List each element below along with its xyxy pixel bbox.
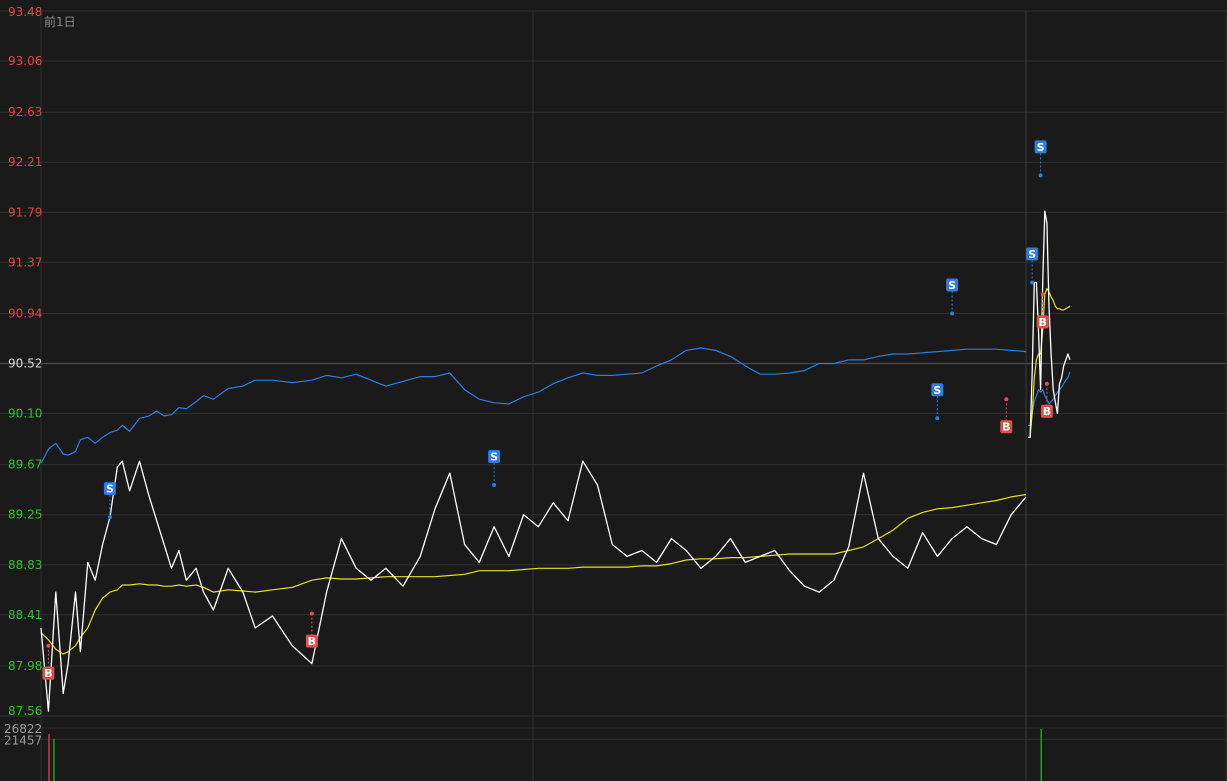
signal-label: S — [106, 483, 114, 496]
y-tick-label: 89.67 — [8, 458, 42, 472]
series — [40, 210, 1071, 712]
signal-label: B — [1043, 405, 1051, 418]
y-tick-label: 92.21 — [8, 155, 42, 169]
signal-dot — [46, 643, 51, 648]
signal-dot — [1044, 381, 1049, 386]
y-tick-label: 92.63 — [8, 105, 42, 119]
y-tick-label: 88.83 — [8, 558, 42, 572]
signal-dot — [1040, 292, 1045, 297]
intraday-chart[interactable]: B S B S S S B S S B B 93.48 93.06 92.63 92.21 91.79 91.… — [0, 0, 1227, 781]
volume-bar — [48, 734, 50, 781]
y-tick-label: 87.98 — [8, 659, 42, 673]
signal-label: B — [1002, 421, 1010, 434]
y-tick-label: 93.06 — [8, 54, 42, 68]
signal-dot — [107, 515, 112, 520]
period-label: 前1日 — [44, 14, 76, 29]
signals: B S B S S S B S S B B — [42, 140, 1053, 680]
signal-label: B — [44, 667, 52, 680]
volume-panel — [48, 729, 1042, 781]
y-tick-label: 89.25 — [8, 508, 42, 522]
y-tick-label: 91.79 — [8, 205, 42, 219]
signal-dot — [1030, 280, 1035, 285]
volume-bar — [53, 738, 55, 781]
y-tick-label: 91.37 — [8, 255, 42, 269]
signal-label: S — [948, 279, 956, 292]
signal-dot — [1038, 173, 1043, 178]
y-tick-label: 90.52 — [8, 357, 42, 371]
y-tick-label: 93.48 — [8, 5, 42, 19]
signal-dot — [492, 482, 497, 487]
signal-label: S — [1037, 141, 1045, 154]
y-tick-label: 87.56 — [8, 704, 42, 718]
volume-tick-label: 21457 — [4, 733, 42, 747]
signal-label: B — [308, 635, 316, 648]
axis-labels: 93.48 93.06 92.63 92.21 91.79 91.37 90.94 90.52… — [4, 5, 42, 747]
grid — [0, 10, 1227, 781]
signal-label: S — [490, 450, 498, 463]
signal-dot — [309, 611, 314, 616]
signal-label: S — [1028, 248, 1036, 261]
signal-label: B — [1039, 316, 1047, 329]
volume-bar — [1040, 729, 1042, 781]
signal-dot — [1004, 397, 1009, 402]
y-tick-label: 90.94 — [8, 306, 42, 320]
signal-dot — [950, 311, 955, 316]
signal-dot — [935, 416, 940, 421]
y-tick-label: 90.10 — [8, 407, 42, 421]
y-tick-label: 88.41 — [8, 608, 42, 622]
signal-label: S — [933, 384, 941, 397]
chart-canvas[interactable]: B S B S S S B S S B B 93.48 93.06 92.63 92.21 91.79 91.… — [0, 0, 1227, 781]
